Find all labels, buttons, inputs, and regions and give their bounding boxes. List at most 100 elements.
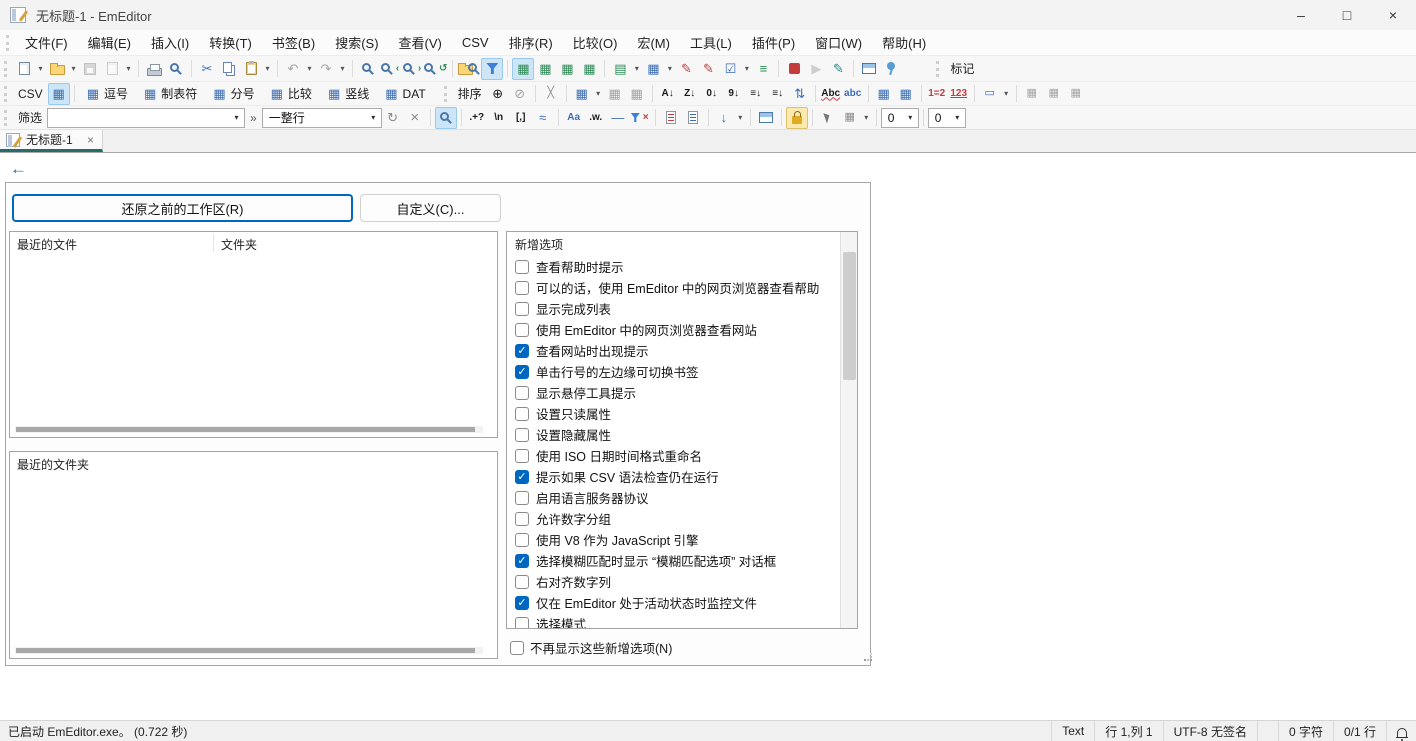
status-cell[interactable]	[1257, 721, 1278, 741]
toolbar-grip[interactable]	[4, 61, 9, 77]
new-file-dropdown[interactable]: ▾	[35, 64, 46, 73]
outline-button[interactable]: ▤	[609, 58, 631, 80]
csv-mode-button[interactable]: ▦	[48, 83, 70, 105]
menu-item[interactable]: 搜索(S)	[325, 29, 388, 56]
macro-options-dropdown[interactable]: ▾	[741, 64, 752, 73]
option-checkbox[interactable]	[515, 449, 529, 463]
select-cursor-button[interactable]	[817, 107, 839, 129]
undo-dropdown[interactable]: ▾	[304, 64, 315, 73]
print-button[interactable]	[143, 58, 165, 80]
vertical-scrollbar[interactable]	[840, 232, 857, 628]
run-button[interactable]: ▶	[805, 58, 827, 80]
option-row[interactable]: 设置隐藏属性	[507, 424, 840, 445]
menu-item[interactable]: 文件(F)	[15, 29, 78, 56]
filter-overflow-chevron[interactable]: »	[245, 111, 262, 125]
option-row[interactable]: 选择模糊匹配时显示 “模糊匹配选项” 对话框	[507, 550, 840, 571]
sort-clear-button[interactable]: ⊘	[509, 83, 531, 105]
scrollbar-thumb[interactable]	[16, 648, 475, 653]
redo-button[interactable]: ↷	[315, 58, 337, 80]
menu-item[interactable]: 窗口(W)	[805, 29, 872, 56]
sort-ascending-number-button[interactable]: 0↓	[701, 83, 723, 105]
filter-toolbar-toggle-button[interactable]	[481, 58, 503, 80]
paste-button[interactable]	[240, 58, 262, 80]
option-checkbox[interactable]	[515, 596, 529, 610]
menu-item[interactable]: 帮助(H)	[872, 29, 936, 56]
whole-word-button[interactable]: .w.	[585, 107, 607, 129]
option-row[interactable]: 查看网站时出现提示	[507, 340, 840, 361]
scrollbar-thumb[interactable]	[16, 427, 475, 432]
option-row[interactable]: 仅在 EmEditor 处于活动状态时监控文件	[507, 592, 840, 613]
wrap-mode-page-button[interactable]: ▦	[578, 58, 600, 80]
find-previous-button[interactable]: ‹	[379, 58, 401, 80]
sort-shortest-button[interactable]: ≡↓	[745, 83, 767, 105]
sort-descending-number-button[interactable]: 9↓	[723, 83, 745, 105]
menu-item[interactable]: 插入(I)	[141, 29, 199, 56]
tab-close-icon[interactable]: ×	[85, 133, 96, 147]
option-row[interactable]: 启用语言服务器协议	[507, 487, 840, 508]
horizontal-scrollbar[interactable]	[15, 426, 483, 433]
option-checkbox[interactable]	[515, 302, 529, 316]
menu-item[interactable]: 工具(L)	[680, 29, 742, 56]
csv-separator-mode-button[interactable]: ▦比较	[263, 83, 320, 105]
option-checkbox[interactable]	[515, 344, 529, 358]
fuzzy-match-button[interactable]: ≈	[532, 107, 554, 129]
option-row[interactable]: 使用 ISO 日期时间格式重命名	[507, 445, 840, 466]
option-row[interactable]: 查看帮助时提示	[507, 256, 840, 277]
filter-scope-caret[interactable]: ▾	[368, 113, 379, 122]
save-button[interactable]	[79, 58, 101, 80]
encoding-dropdown[interactable]: ▾	[664, 64, 675, 73]
column-options-button[interactable]: ▦	[839, 107, 861, 129]
column-folder[interactable]: 文件夹	[214, 232, 257, 254]
pin-button[interactable]	[880, 58, 902, 80]
convert-columns-button[interactable]: ▦	[1021, 83, 1043, 105]
unpivot-button[interactable]: ▦	[1043, 83, 1065, 105]
delimit-columns-button[interactable]: ╳	[540, 83, 562, 105]
option-checkbox[interactable]	[515, 323, 529, 337]
option-row[interactable]: 右对齐数字列	[507, 571, 840, 592]
option-row[interactable]: 提示如果 CSV 语法检查仍在运行	[507, 466, 840, 487]
menu-item[interactable]: 排序(R)	[499, 29, 563, 56]
option-row[interactable]: 选择模式	[507, 613, 840, 628]
status-cell[interactable]: UTF-8 无签名	[1163, 721, 1257, 741]
status-cell[interactable]: 0 字符	[1278, 721, 1333, 741]
csv-separator-mode-button[interactable]: ▦DAT	[377, 83, 433, 105]
save-all-button[interactable]	[101, 58, 123, 80]
dont-show-checkbox[interactable]	[510, 641, 524, 655]
new-file-button[interactable]	[13, 58, 35, 80]
ruler-button[interactable]: 123	[948, 83, 970, 105]
option-checkbox[interactable]	[515, 386, 529, 400]
record-macro-button[interactable]: ✎	[675, 58, 697, 80]
option-checkbox[interactable]	[515, 281, 529, 295]
filter-scope-combobox[interactable]: 一整行▾	[262, 108, 382, 128]
filter-clear-button[interactable]: ×	[404, 107, 426, 129]
status-cell[interactable]: 行 1,列 1	[1094, 721, 1162, 741]
csv-separator-mode-button[interactable]: ▦逗号	[79, 83, 136, 105]
macro-options-button[interactable]: ☑	[719, 58, 741, 80]
option-checkbox[interactable]	[515, 533, 529, 547]
wrap-mode-char-button[interactable]: ▦	[534, 58, 556, 80]
split-window-button[interactable]	[858, 58, 880, 80]
status-cell[interactable]: 0/1 行	[1333, 721, 1386, 741]
remove-filter-button[interactable]: ×	[629, 107, 651, 129]
wrap-mode-word-button[interactable]: ▦	[556, 58, 578, 80]
find-button[interactable]	[357, 58, 379, 80]
option-checkbox[interactable]	[515, 260, 529, 274]
sort-za-button[interactable]: Z↓	[679, 83, 701, 105]
sort-az-button[interactable]: A↓	[657, 83, 679, 105]
close-button[interactable]: ×	[1370, 0, 1416, 30]
open-file-button[interactable]	[46, 58, 68, 80]
minimize-button[interactable]: –	[1278, 0, 1324, 30]
redo-dropdown[interactable]: ▾	[337, 64, 348, 73]
menu-item[interactable]: 编辑(E)	[78, 29, 141, 56]
csv-toolbar-grip[interactable]	[4, 86, 9, 102]
option-row[interactable]: 设置只读属性	[507, 403, 840, 424]
extract-button[interactable]: ↓	[713, 107, 735, 129]
maximize-button[interactable]: □	[1324, 0, 1370, 30]
option-checkbox[interactable]	[515, 428, 529, 442]
menu-item[interactable]: 转换(T)	[199, 29, 262, 56]
menu-item[interactable]: 插件(P)	[742, 29, 805, 56]
pivot-table-button[interactable]: ▦	[895, 83, 917, 105]
sort-longest-button[interactable]: ≡↓	[767, 83, 789, 105]
csv-separator-mode-button[interactable]: ▦分号	[205, 83, 262, 105]
filter-refresh-button[interactable]: ↻	[382, 107, 404, 129]
